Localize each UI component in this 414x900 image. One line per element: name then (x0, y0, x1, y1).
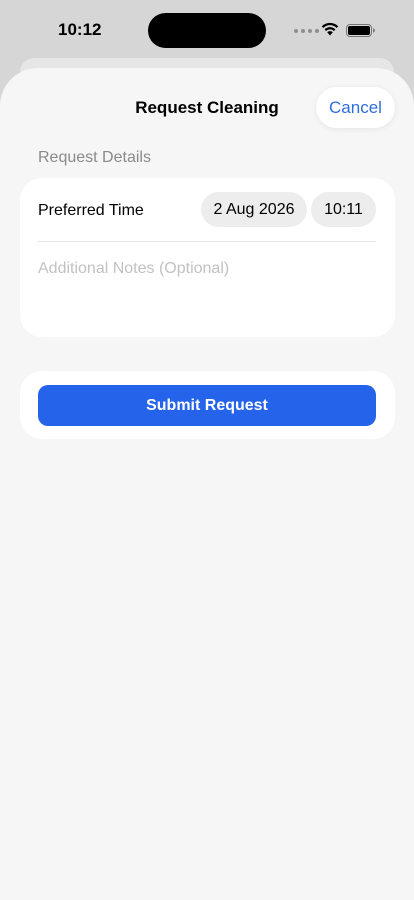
date-picker-button[interactable]: 2 Aug 2026 (201, 192, 307, 227)
section-header-request-details: Request Details (38, 149, 151, 166)
submit-request-button[interactable]: Submit Request (38, 385, 376, 426)
status-time: 10:12 (58, 20, 102, 39)
additional-notes-input[interactable] (38, 256, 376, 282)
wifi-icon (321, 22, 339, 36)
battery-icon (346, 24, 375, 37)
cancel-button[interactable]: Cancel (316, 87, 395, 128)
request-details-card: Preferred Time 2 Aug 2026 10:11 (20, 178, 395, 337)
divider (38, 241, 376, 242)
preferred-time-label: Preferred Time (38, 202, 144, 219)
screen: 10:12 Request Cleaning Cancel Request De… (0, 0, 414, 900)
request-cleaning-sheet: Request Cleaning Cancel Request Details … (0, 68, 414, 900)
submit-card: Submit Request (20, 371, 395, 439)
time-picker-button[interactable]: 10:11 (311, 192, 376, 227)
dynamic-island (148, 13, 266, 48)
status-bar: 10:12 (0, 0, 414, 60)
signal-dots-icon (294, 29, 319, 33)
